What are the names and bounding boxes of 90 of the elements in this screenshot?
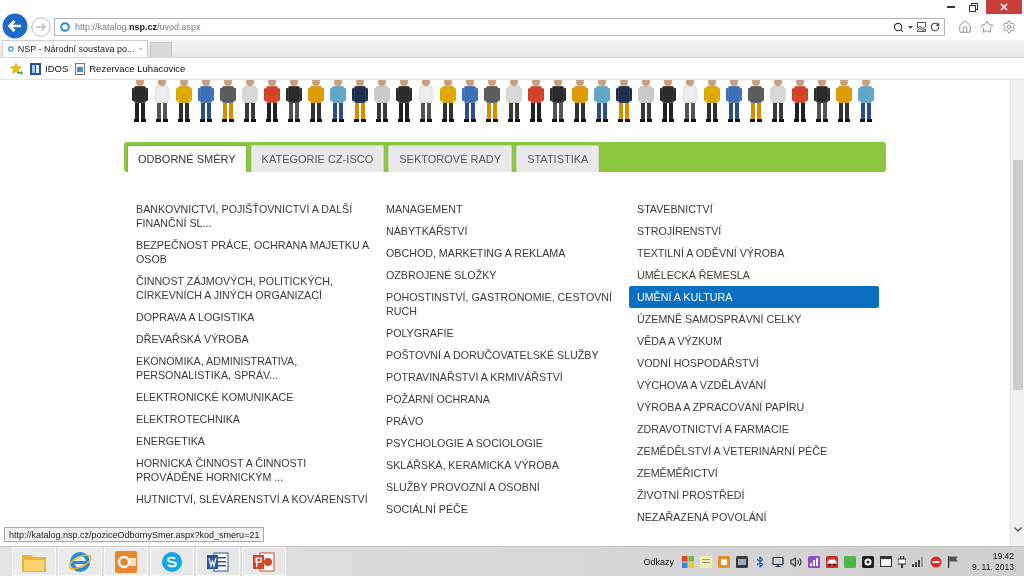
category-link[interactable]: ZEMĚMĚŘICTVÍ — [629, 462, 879, 484]
category-link[interactable]: VÝROBA A ZPRACOVÁNÍ PAPÍRU — [629, 396, 879, 418]
star-icon[interactable] — [980, 20, 994, 34]
close-button[interactable] — [986, 0, 1022, 14]
category-link[interactable]: STAVEBNICTVÍ — [629, 198, 879, 220]
plug-icon[interactable] — [898, 555, 907, 568]
category-link[interactable]: POTRAVINÁŘSTVÍ A KRMIVÁŘSTVÍ — [378, 366, 629, 388]
category-link[interactable]: VĚDA A VÝZKUM — [629, 330, 879, 352]
category-link[interactable]: NEZAŘAZENÁ POVOLÁNÍ — [629, 506, 879, 528]
chevron-down-icon[interactable] — [1013, 527, 1022, 532]
category-link[interactable]: BANKOVNICTVÍ, POJIŠŤOVNICTVÍ A DALŠÍ FINANČNÍ SL... — [128, 198, 378, 234]
taskbar-button[interactable] — [196, 547, 240, 576]
signal-bars-icon[interactable] — [912, 556, 925, 567]
category-link[interactable]: ČINNOST ZÁJMOVÝCH, POLITICKÝCH, CÍRKEVNÍCH A JINÝCH ORGANIZACÍ — [128, 270, 378, 306]
category-link[interactable]: SKLÁŘSKÁ, KERAMICKÁ VÝROBA — [378, 454, 629, 476]
settings-icon[interactable] — [1002, 20, 1016, 34]
category-link[interactable]: STROJÍRENSTVÍ — [629, 220, 879, 242]
screen-tile-icon[interactable] — [736, 555, 749, 568]
four-squares-icon[interactable] — [682, 555, 695, 568]
category-link[interactable]: PRÁVO — [378, 410, 629, 432]
ring-icon — [8, 44, 14, 54]
category-link[interactable]: ENERGETIKA — [128, 430, 378, 452]
category-link[interactable]: VODNÍ HOSPODÁŘSTVÍ — [629, 352, 879, 374]
s-circle-icon — [161, 550, 183, 573]
category-link[interactable]: ELEKTRONICKÉ KOMUNIKACE — [128, 386, 378, 408]
refresh-icon[interactable] — [930, 22, 940, 32]
browser-tab[interactable]: NSP - Národní soustava po... — [2, 40, 148, 57]
category-link[interactable]: DŘEVAŘSKÁ VÝROBA — [128, 328, 378, 350]
ring-icon — [60, 22, 70, 32]
category-link[interactable]: VÝCHOVA A VZDĚLÁVÁNÍ — [629, 374, 879, 396]
category-link[interactable]: ÚZEMNĚ SAMOSPRÁVNÍ CELKY — [629, 308, 879, 330]
taskbar-button[interactable] — [58, 547, 102, 576]
category-link[interactable]: POŽÁRNÍ OCHRANA — [378, 388, 629, 410]
page-tile-icon — [207, 550, 229, 573]
category-link[interactable]: TEXTILNÍ A ODĚVNÍ VÝROBA — [629, 242, 879, 264]
category-link[interactable]: DOPRAVA A LOGISTIKA — [128, 306, 378, 328]
book-icon — [30, 62, 41, 75]
category-link[interactable]: BEZPEČNOST PRÁCE, OCHRANA MAJETKU A OSOB — [128, 234, 378, 270]
torn-page-icon[interactable] — [917, 22, 926, 32]
taskbar-button[interactable] — [242, 547, 286, 576]
disc-tile-icon[interactable] — [862, 555, 875, 568]
category-link[interactable]: OBCHOD, MARKETING A REKLAMA — [378, 242, 629, 264]
star-arrow-icon[interactable] — [10, 62, 23, 75]
address-url: http://katalog.nsp.cz/uvod.aspx — [75, 22, 201, 32]
ring-tile-icon — [115, 550, 137, 573]
no-entry-icon[interactable] — [930, 555, 943, 568]
category-link[interactable]: ELEKTROTECHNIKA — [128, 408, 378, 430]
window-icon[interactable] — [880, 556, 893, 567]
box-icon[interactable] — [718, 555, 731, 568]
category-link[interactable]: EKONOMIKA, ADMINISTRATIVA, PERSONALISTIKA, SPRÁV... — [128, 350, 378, 386]
favorite-link[interactable]: Rezervace Luhacovice — [75, 62, 186, 75]
category-link[interactable]: POLYGRAFIE — [378, 322, 629, 344]
category-link[interactable]: HUTNICTVÍ, SLÉVÁRENSTVÍ A KOVÁRENSTVÍ — [128, 488, 378, 510]
category-link[interactable]: ZDRAVOTNICTVÍ A FARMACIE — [629, 418, 879, 440]
category-link[interactable]: POŠTOVNÍ A DORUČOVATELSKÉ SLUŽBY — [378, 344, 629, 366]
category-link[interactable]: POHOSTINSTVÍ, GASTRONOMIE, CESTOVNÍ RUCH — [378, 286, 629, 322]
clock-date: 9. 11. 2013 — [972, 561, 1014, 573]
category-link[interactable]: OZBROJENÉ SLOŽKY — [378, 264, 629, 286]
category-link[interactable]: MANAGEMENT — [378, 198, 629, 220]
slide-tile-icon — [253, 550, 275, 573]
category-link[interactable]: UMĚNÍ A KULTURA — [629, 286, 879, 308]
category-tab[interactable]: KATEGORIE CZ-ISCO — [250, 145, 385, 172]
clock-time: 19:42 — [992, 550, 1014, 562]
address-field[interactable]: http://katalog.nsp.cz/uvod.aspx — [54, 18, 945, 36]
search-icon[interactable] — [893, 21, 904, 33]
monitor-icon[interactable] — [772, 555, 785, 568]
status-url-tooltip: http://katalog.nsp.cz/poziceOdbornySmer.aspx?kod_smeru=21 — [4, 527, 265, 542]
category-link[interactable]: PSYCHOLOGIE A SOCIOLOGIE — [378, 432, 629, 454]
category-tab[interactable]: STATISTIKA — [516, 145, 600, 172]
category-link[interactable]: ŽIVOTNÍ PROSTŘEDÍ — [629, 484, 879, 506]
car-tile-icon[interactable] — [826, 555, 839, 568]
category-tab[interactable]: ODBORNÉ SMĚRY — [127, 145, 247, 172]
close-icon — [1000, 3, 1008, 11]
category-link[interactable]: SLUŽBY PROVOZNÍ A OSOBNÍ — [378, 476, 629, 498]
category-link[interactable]: NÁBYTKÁŘSTVÍ — [378, 220, 629, 242]
category-link[interactable]: HORNICKÁ ČINNOST A ČINNOSTI PROVÁDĚNÉ HORNICKÝM ... — [128, 452, 378, 488]
chart-tile-icon[interactable] — [808, 555, 821, 568]
category-tab[interactable]: SEKTOROVÉ RADY — [388, 145, 513, 172]
links-toolbar-label[interactable]: Odkazy — [643, 556, 675, 567]
scrollbar-thumb[interactable] — [1012, 160, 1023, 390]
flag-icon[interactable] — [948, 555, 959, 568]
category-link[interactable]: SOCIÁLNÍ PÉČE — [378, 498, 629, 520]
category-link[interactable]: ZEMĚDĚLSTVÍ A VETERINÁRNÍ PÉČE — [629, 440, 879, 462]
page-icon — [75, 62, 86, 75]
caret-icon[interactable] — [908, 25, 913, 29]
favorite-link[interactable]: IDOS — [30, 62, 69, 75]
restore-icon[interactable] — [968, 2, 978, 12]
globe-orbit-icon — [68, 550, 92, 573]
speaker-icon[interactable] — [790, 555, 803, 568]
category-link[interactable]: UMĚLECKÁ ŘEMESLA — [629, 264, 879, 286]
